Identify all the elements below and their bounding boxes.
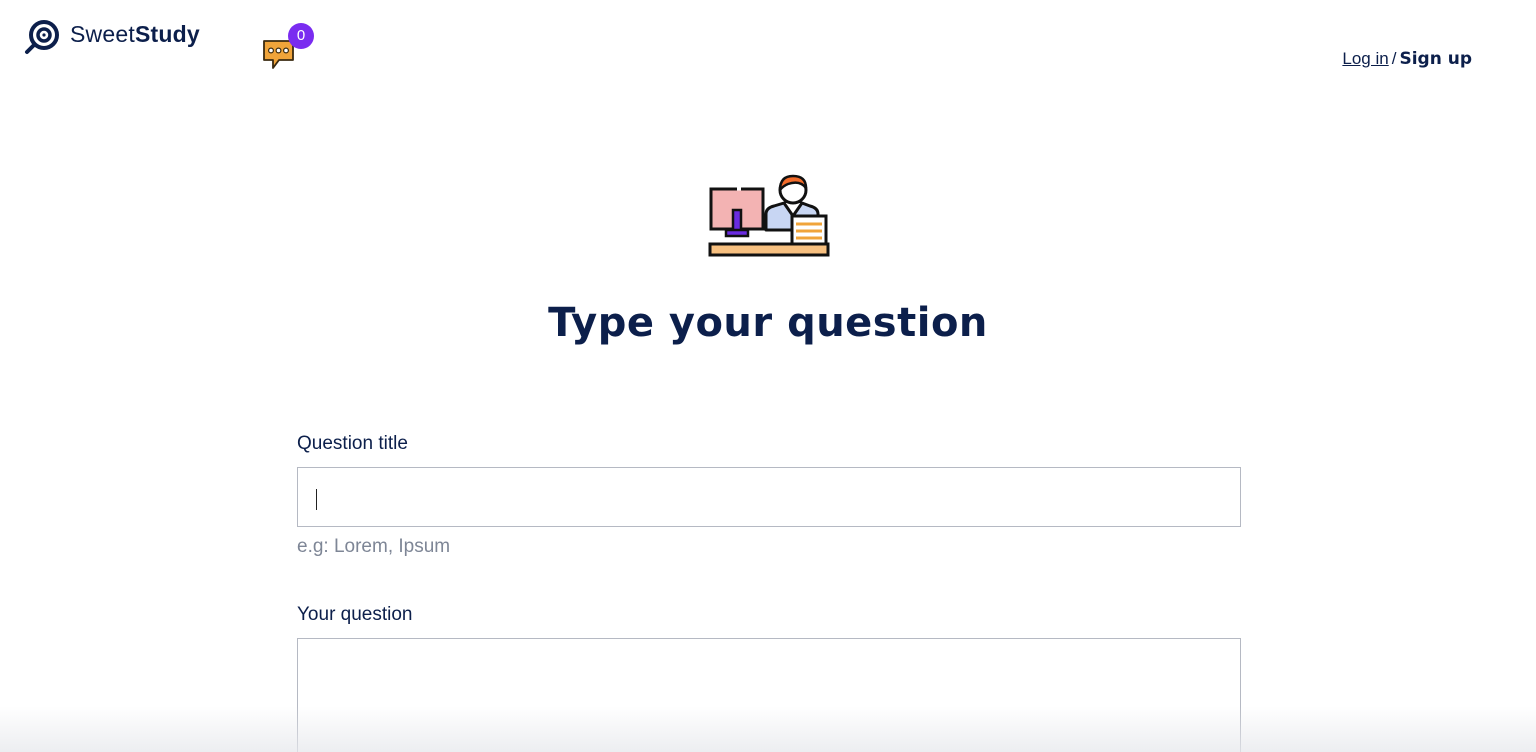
login-link[interactable]: Log in	[1342, 49, 1388, 68]
text-caret	[316, 489, 317, 510]
auth-separator: /	[1391, 49, 1397, 68]
question-title-hint: e.g: Lorem, Ipsum	[297, 536, 451, 557]
page: SweetStudy 0 Log in / Sign up Type your …	[0, 0, 1536, 752]
logo-text-bold: Study	[134, 20, 200, 47]
your-question-textarea[interactable]	[297, 638, 1241, 752]
signup-link[interactable]: Sign up	[1399, 49, 1472, 69]
lollipop-logo-icon	[25, 20, 59, 54]
logo-text-light: Sweet	[70, 20, 135, 47]
auth-links: Log in / Sign up	[1342, 49, 1472, 69]
logo-text: SweetStudy	[70, 20, 200, 47]
chat-count-badge: 0	[288, 23, 314, 49]
your-question-label: Your question	[297, 604, 413, 625]
page-title: Type your question	[548, 300, 988, 346]
question-title-label: Question title	[297, 433, 408, 454]
person-at-computer-icon	[708, 174, 830, 257]
site-logo[interactable]: SweetStudy	[24, 19, 200, 55]
question-form: Question title e.g: Lorem, Ipsum Your qu…	[297, 433, 1241, 752]
question-title-input[interactable]	[297, 467, 1241, 527]
